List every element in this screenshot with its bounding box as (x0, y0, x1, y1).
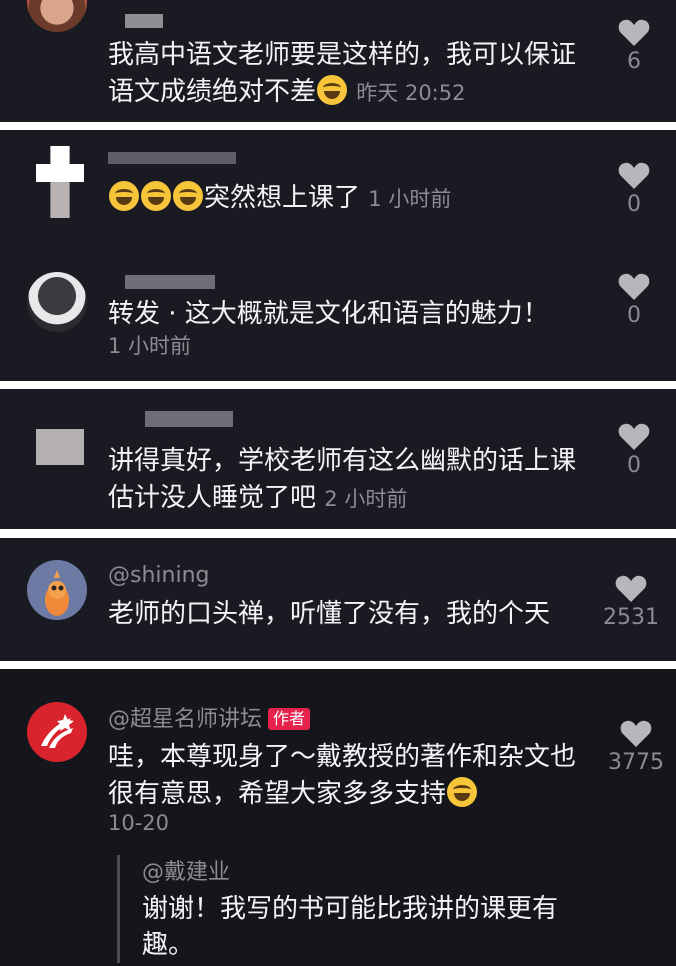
laughing-emoji-icon (141, 181, 171, 211)
avatar[interactable] (27, 0, 87, 32)
comment-text: 哇，本尊现身了～戴教授的著作和杂文也很有意思，希望大家多多支持 (108, 739, 578, 813)
laughing-emoji-icon (317, 75, 348, 105)
author-badge: 作者 (268, 708, 311, 730)
comment-panel-4: @shining 老师的口头禅，听懂了没有，我的个天 2531 (0, 538, 676, 661)
heart-icon (618, 423, 650, 450)
laughing-emoji-icon (173, 181, 203, 211)
blurred-username (108, 152, 236, 164)
comment-body: 突然想上课了 (204, 183, 361, 213)
avatar[interactable] (27, 272, 87, 332)
comment-item: 突然想上课了 1 小时前 0 (0, 130, 676, 250)
blurred-username (125, 275, 215, 289)
laughing-emoji-icon (109, 181, 139, 211)
like-button[interactable]: 6 (584, 18, 676, 74)
heart-icon (620, 720, 652, 747)
like-button[interactable]: 0 (584, 422, 676, 478)
blurred-username (145, 411, 233, 427)
blurred-username (125, 14, 163, 28)
like-count: 0 (627, 303, 641, 328)
comment-body: 转发 · 这大概就是文化和语言的魅力！ (108, 299, 549, 329)
comment-author[interactable]: @shining (108, 563, 209, 589)
comment-time: 10-20 (108, 811, 170, 835)
reply-block: @戴建业 谢谢！我写的书可能比我讲的课更有趣。 (117, 855, 657, 963)
comment-text: 突然想上课了 1 小时前 (108, 180, 578, 218)
blurred-avatar (36, 146, 84, 218)
like-button[interactable]: 3775 (586, 719, 676, 775)
comment-body: 老师的口头禅，听懂了没有，我的个天 (108, 599, 551, 629)
heart-icon (618, 273, 650, 300)
author-name[interactable]: @超星名师讲坛 (108, 707, 262, 732)
heart-icon (615, 575, 647, 602)
like-button[interactable]: 2531 (581, 574, 676, 630)
comment-time: 1 小时前 (108, 334, 192, 358)
comment-text: 老师的口头禅，听懂了没有，我的个天 (108, 596, 578, 633)
reply-text: 谢谢！我写的书可能比我讲的课更有趣。 (142, 894, 559, 960)
comment-panel-3: 讲得真好，学校老师有这么幽默的话上课估计没人睡觉了吧 2 小时前 0 (0, 389, 676, 529)
comment-text: 转发 · 这大概就是文化和语言的魅力！ (108, 296, 578, 333)
comment-text: 讲得真好，学校老师有这么幽默的话上课估计没人睡觉了吧 2 小时前 (108, 443, 578, 518)
heart-icon (618, 19, 650, 46)
like-count: 0 (627, 192, 641, 217)
like-count: 3775 (608, 750, 664, 775)
like-button[interactable]: 0 (584, 161, 676, 217)
like-count: 6 (627, 49, 641, 74)
comment-time: 2 小时前 (324, 487, 408, 511)
reply-author[interactable]: @戴建业 (142, 855, 657, 891)
comment-item: 我高中语文老师要是这样的，我可以保证语文成绩绝对不差 昨天 20:52 6 (0, 0, 676, 122)
like-count: 0 (627, 453, 641, 478)
comment-body: 哇，本尊现身了～戴教授的著作和杂文也很有意思，希望大家多多支持 (108, 742, 577, 809)
comment-item: 转发 · 这大概就是文化和语言的魅力！ 1 小时前 0 (0, 250, 676, 381)
avatar[interactable] (27, 560, 87, 620)
comment-author[interactable]: @超星名师讲坛 作者 (108, 707, 311, 733)
like-button[interactable]: 0 (584, 272, 676, 328)
bird-avatar-icon (45, 570, 69, 616)
chaoxing-logo-icon (41, 714, 74, 748)
comment-time: 昨天 20:52 (356, 81, 466, 105)
comment-item: @shining 老师的口头禅，听懂了没有，我的个天 2531 (0, 538, 676, 661)
comment-panel-1: 我高中语文老师要是这样的，我可以保证语文成绩绝对不差 昨天 20:52 6 (0, 0, 676, 122)
like-count: 2531 (603, 605, 659, 630)
grinning-emoji-icon (447, 777, 478, 807)
blurred-avatar (36, 429, 84, 465)
comment-text: 我高中语文老师要是这样的，我可以保证语文成绩绝对不差 昨天 20:52 (108, 37, 578, 112)
comment-panel-2: 突然想上课了 1 小时前 0 转发 · 这大概就是文化和语言的魅力！ 1 小时前… (0, 130, 676, 381)
comment-item: 讲得真好，学校老师有这么幽默的话上课估计没人睡觉了吧 2 小时前 0 (0, 389, 676, 529)
avatar[interactable] (27, 702, 87, 762)
comment-time: 1 小时前 (368, 187, 452, 211)
heart-icon (618, 162, 650, 189)
